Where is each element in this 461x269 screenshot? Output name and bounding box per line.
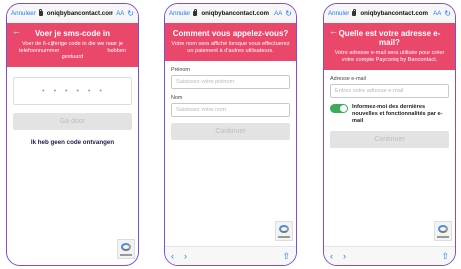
code-digit: • bbox=[99, 87, 103, 95]
back-arrow-icon[interactable]: ← bbox=[329, 26, 338, 36]
first-name-field[interactable]: Saisissez votre prénom bbox=[171, 75, 290, 89]
code-digit: • bbox=[87, 87, 92, 95]
nav-back-icon[interactable]: ‹ bbox=[171, 251, 174, 261]
lock-icon bbox=[193, 8, 198, 16]
code-digit: • bbox=[53, 87, 58, 95]
continue-button[interactable]: Continuer bbox=[330, 131, 449, 148]
page-subtitle-right: hebben bbox=[107, 48, 126, 54]
share-icon[interactable]: ⇧ bbox=[441, 251, 449, 262]
url-host: oniqbybancontact.com bbox=[360, 10, 429, 17]
share-icon[interactable]: ⇧ bbox=[282, 251, 290, 262]
code-digit: • bbox=[65, 87, 69, 95]
phone-screen-name: Annuler oniqbybancontact.com AA ↻ Commen… bbox=[164, 3, 297, 266]
newsletter-toggle-label: Informez-moi des dernières nouvelles et … bbox=[352, 104, 443, 124]
page-title: Voer je sms-code in bbox=[35, 29, 110, 38]
continue-button[interactable]: Continuer bbox=[171, 123, 290, 140]
no-code-link[interactable]: Ik heb geen code ontvangen bbox=[7, 139, 138, 146]
browser-url-bar: Annuleer oniqbybancontact.com AA ↻ bbox=[7, 4, 138, 23]
recaptcha-icon bbox=[434, 221, 452, 241]
page-header: ← Voer je sms-code in Voer de 6-cijferig… bbox=[7, 23, 138, 67]
browser-nav-bar: ‹ › ⇧ bbox=[324, 246, 455, 265]
email-label: Adresse e-mail bbox=[330, 76, 366, 82]
cancel-link[interactable]: Annuler bbox=[328, 10, 349, 17]
page-title: Comment vous appelez-vous? bbox=[172, 29, 289, 38]
last-name-field[interactable]: Saisissez votre nom bbox=[171, 103, 290, 117]
newsletter-toggle-row: Informez-moi des dernières nouvelles et … bbox=[330, 104, 449, 125]
lock-icon bbox=[38, 8, 43, 16]
url-host: oniqbybancontact.com bbox=[46, 10, 114, 17]
last-name-label: Nom bbox=[171, 95, 183, 101]
page-subtitle-line3: gestuurd bbox=[61, 54, 84, 60]
cancel-link[interactable]: Annuler bbox=[169, 10, 190, 17]
phone-screen-email: Annuler oniqbybancontact.com AA ↻ ← Quel… bbox=[323, 3, 456, 266]
browser-nav-bar: ‹ › ⇧ bbox=[165, 246, 296, 265]
page-subtitle-line1: Voer de 6-cijferige code in die we naar … bbox=[21, 41, 124, 47]
text-size-button[interactable]: AA bbox=[274, 11, 282, 17]
page-subtitle-left: telefoonnummer bbox=[19, 48, 60, 54]
back-arrow-icon[interactable]: ← bbox=[12, 26, 21, 36]
reload-icon[interactable]: ↻ bbox=[285, 9, 292, 18]
recaptcha-icon bbox=[275, 221, 293, 241]
nav-back-icon[interactable]: ‹ bbox=[330, 251, 333, 261]
text-size-button[interactable]: AA bbox=[116, 11, 124, 17]
text-size-button[interactable]: AA bbox=[433, 11, 441, 17]
page-subtitle: Votre adresse e-mail sera utilisée pour … bbox=[334, 50, 445, 63]
nav-forward-icon[interactable]: › bbox=[343, 251, 346, 261]
url-host: oniqbybancontact.com bbox=[201, 10, 270, 17]
browser-url-bar: Annuler oniqbybancontact.com AA ↻ bbox=[165, 4, 296, 23]
reload-icon[interactable]: ↻ bbox=[444, 9, 451, 18]
code-digit: • bbox=[42, 87, 46, 95]
nav-forward-icon[interactable]: › bbox=[184, 251, 187, 261]
phone-screen-sms-code: Annuleer oniqbybancontact.com AA ↻ ← Voe… bbox=[6, 3, 139, 266]
reload-icon[interactable]: ↻ bbox=[127, 9, 134, 18]
page-title: Quelle est votre adresse e-mail? bbox=[338, 29, 441, 47]
email-field[interactable]: Entrez votre adresse e-mail bbox=[330, 84, 449, 98]
cancel-link[interactable]: Annuleer bbox=[11, 10, 36, 17]
code-digit: • bbox=[76, 87, 80, 95]
sms-code-input[interactable]: • • • • • • bbox=[13, 77, 132, 105]
newsletter-toggle[interactable] bbox=[330, 104, 348, 113]
lock-icon bbox=[352, 8, 357, 16]
recaptcha-icon bbox=[117, 239, 135, 259]
first-name-label: Prénom bbox=[171, 67, 190, 73]
continue-button[interactable]: Ga door bbox=[13, 113, 132, 130]
page-header: Comment vous appelez-vous? Votre nom ser… bbox=[165, 23, 296, 61]
page-header: ← Quelle est votre adresse e-mail? Votre… bbox=[324, 23, 455, 70]
page-subtitle: Votre nom sera affiché lorsque vous effe… bbox=[171, 41, 290, 54]
browser-url-bar: Annuler oniqbybancontact.com AA ↻ bbox=[324, 4, 455, 23]
